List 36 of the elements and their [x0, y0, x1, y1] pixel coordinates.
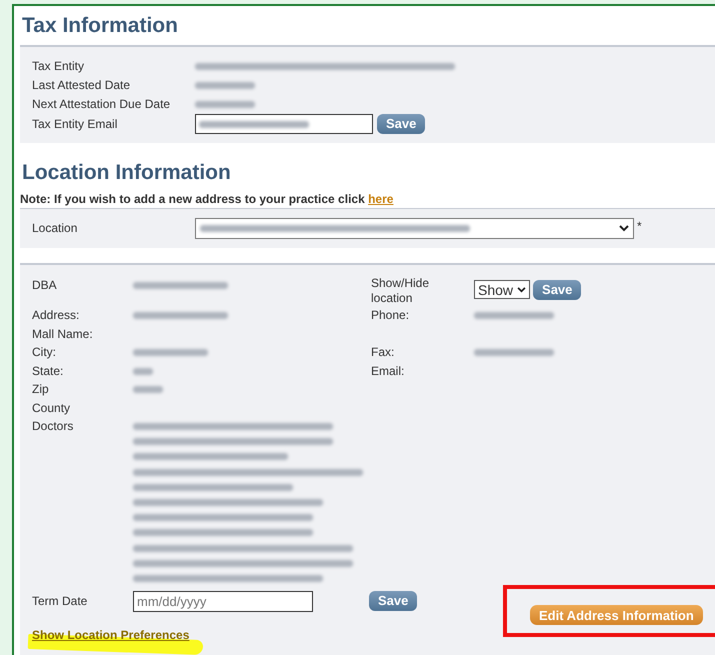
date-field[interactable]: mm/dd/yyyy	[133, 590, 313, 612]
section-heading: Tax Information	[21, 14, 178, 38]
save-button[interactable]: Save	[377, 114, 426, 134]
field-label: DBA	[32, 277, 58, 294]
field-label: Next Attestation Due Date	[32, 96, 172, 114]
field-label: Mall Name:	[32, 326, 94, 342]
save-button[interactable]: Save	[533, 280, 582, 300]
field-label: Tax Entity Email	[32, 116, 118, 133]
save-button[interactable]: Save	[369, 591, 418, 612]
here-link[interactable]: here	[368, 192, 394, 206]
email-field[interactable]	[195, 114, 373, 134]
field-label: State:	[32, 362, 64, 380]
field-label: Fax:	[371, 345, 394, 359]
edit-address-button[interactable]: Edit Address Information	[530, 605, 703, 625]
blurred-text	[133, 386, 163, 394]
field-label: Phone:	[371, 308, 410, 322]
blurred-text	[195, 82, 255, 89]
required-mark: *	[637, 218, 642, 232]
field-label: Location	[32, 220, 78, 238]
field-label: Doctors	[32, 418, 74, 435]
field-label: City:	[32, 344, 57, 361]
chevron-down-icon	[517, 286, 526, 292]
section-heading: Location Information	[21, 161, 231, 185]
show-hide-dropdown[interactable]: Show	[474, 280, 530, 299]
field-label: Zip	[32, 381, 50, 398]
chevron-down-icon	[619, 225, 629, 232]
field-label: Tax Entity	[32, 58, 86, 76]
blurred-text	[133, 368, 153, 375]
field-label: Term Date	[32, 593, 88, 610]
field-label: Email:	[371, 364, 404, 378]
field-label: Address:	[32, 307, 80, 324]
field-label: Last Attested Date	[32, 77, 132, 94]
field-label: Show/Hide location	[371, 276, 430, 306]
field-label: County	[32, 400, 72, 416]
blurred-text	[195, 101, 255, 108]
location-dropdown[interactable]	[195, 218, 634, 239]
